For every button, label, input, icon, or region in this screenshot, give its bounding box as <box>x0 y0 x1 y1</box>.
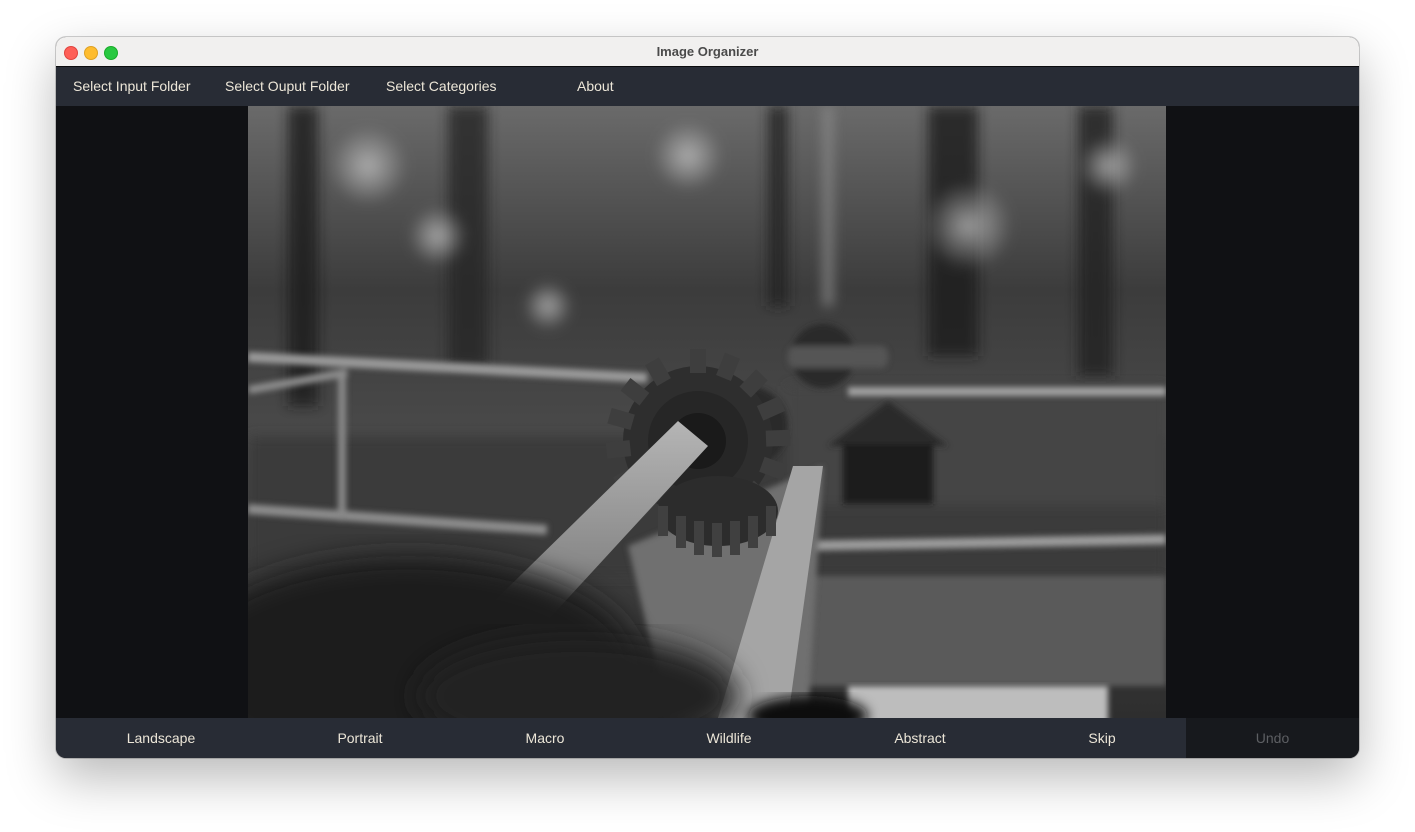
menu-bar: Select Input Folder Select Ouput Folder … <box>56 67 1359 106</box>
photo-canvas <box>248 106 1166 718</box>
skip-button[interactable]: Skip <box>1018 718 1186 758</box>
undo-button[interactable]: Undo <box>1186 718 1359 758</box>
select-input-folder-menu[interactable]: Select Input Folder <box>73 78 191 94</box>
landscape-button[interactable]: Landscape <box>56 718 266 758</box>
select-categories-menu[interactable]: Select Categories <box>386 78 497 94</box>
app-window: Image Organizer Select Input Folder Sele… <box>56 37 1359 758</box>
abstract-button[interactable]: Abstract <box>822 718 1018 758</box>
portrait-button[interactable]: Portrait <box>266 718 454 758</box>
window-title: Image Organizer <box>656 44 759 59</box>
wildlife-button[interactable]: Wildlife <box>636 718 822 758</box>
about-menu[interactable]: About <box>577 78 614 94</box>
image-viewer <box>56 106 1359 718</box>
category-bar: Landscape Portrait Macro Wildlife Abstra… <box>56 718 1359 758</box>
current-image <box>248 106 1166 718</box>
macro-button[interactable]: Macro <box>454 718 636 758</box>
title-bar: Image Organizer <box>56 37 1359 67</box>
select-output-folder-menu[interactable]: Select Ouput Folder <box>225 78 350 94</box>
